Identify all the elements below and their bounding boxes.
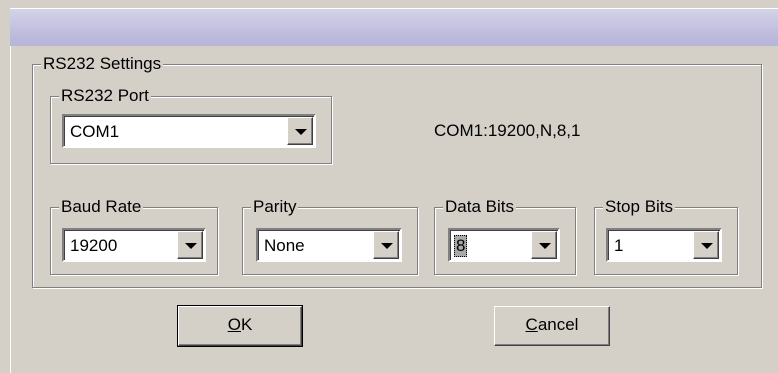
parity-label: Parity xyxy=(251,197,299,217)
parity-value: None xyxy=(264,236,305,255)
chevron-down-icon xyxy=(381,243,393,249)
data-bits-value: 8 xyxy=(454,235,468,257)
rs232-port-value: COM1 xyxy=(70,122,120,141)
rs232-port-dropdown-button[interactable] xyxy=(287,117,313,145)
rs232-port-label: RS232 Port xyxy=(59,86,151,106)
rs232-port-select[interactable]: COM1 xyxy=(62,114,316,148)
port-settings-summary: COM1:19200,N,8,1 xyxy=(434,121,581,140)
baud-rate-select[interactable]: 19200 xyxy=(62,228,206,262)
ok-button[interactable]: OK xyxy=(177,305,303,347)
baud-rate-label: Baud Rate xyxy=(59,197,144,217)
stop-bits-label: Stop Bits xyxy=(603,197,676,217)
ok-button-mnemonic: O xyxy=(227,315,241,334)
chevron-down-icon xyxy=(701,243,713,249)
baud-rate-dropdown-button[interactable] xyxy=(177,231,203,259)
parity-select[interactable]: None xyxy=(256,228,402,262)
chevron-down-icon xyxy=(185,243,197,249)
chevron-down-icon xyxy=(539,243,551,249)
data-bits-label: Data Bits xyxy=(443,197,516,217)
cancel-button[interactable]: Cancel xyxy=(494,306,610,346)
stop-bits-dropdown-button[interactable] xyxy=(693,231,719,259)
rs232-settings-label: RS232 Settings xyxy=(41,54,164,74)
parity-dropdown-button[interactable] xyxy=(373,231,399,259)
stop-bits-select[interactable]: 1 xyxy=(606,228,722,262)
data-bits-select[interactable]: 8 xyxy=(448,228,560,262)
data-bits-dropdown-button[interactable] xyxy=(531,231,557,259)
ok-button-label: K xyxy=(240,315,253,334)
title-bar[interactable] xyxy=(10,8,778,47)
cancel-button-label: ancel xyxy=(537,315,579,334)
stop-bits-value: 1 xyxy=(614,236,624,255)
baud-rate-value: 19200 xyxy=(70,236,118,255)
chevron-down-icon xyxy=(295,129,307,135)
cancel-button-mnemonic: C xyxy=(525,315,538,334)
